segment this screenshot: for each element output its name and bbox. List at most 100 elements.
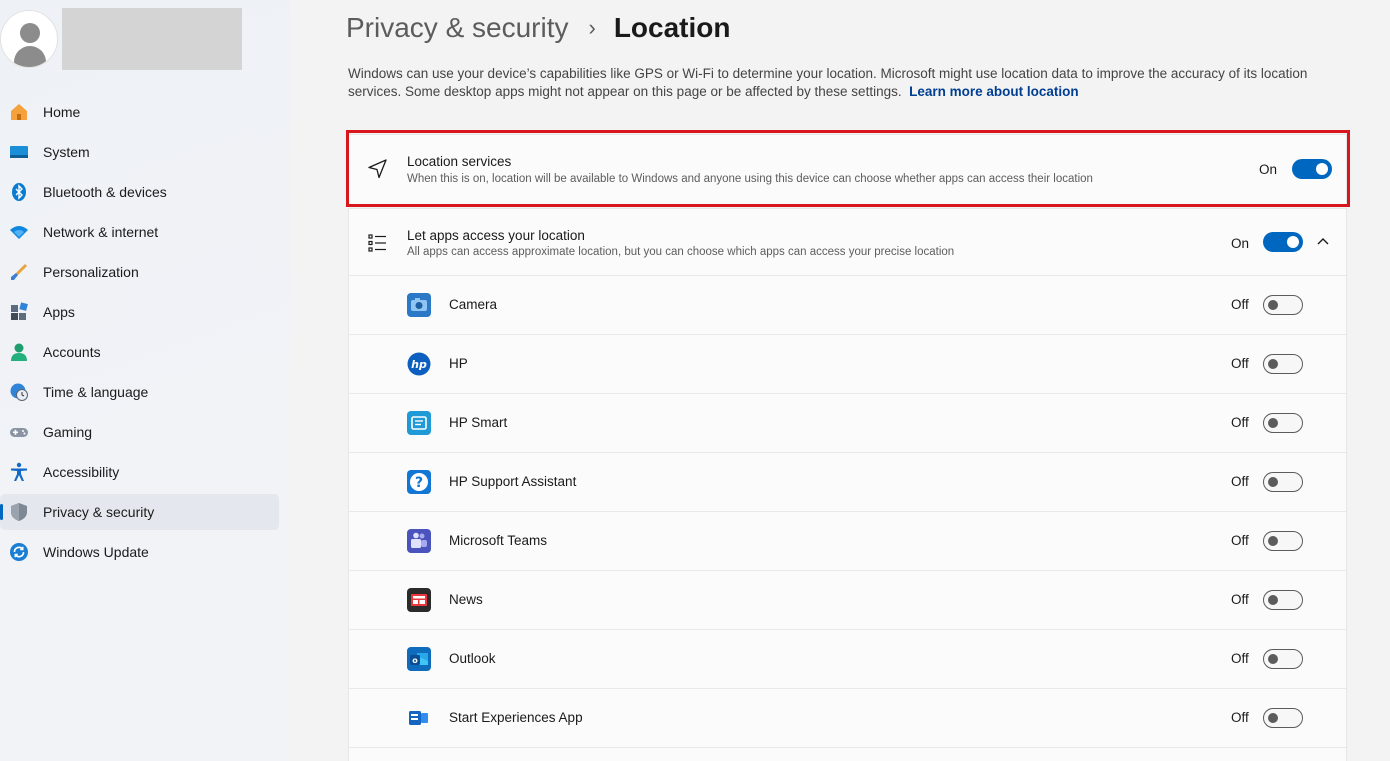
sidebar-item-apps[interactable]: Apps	[0, 294, 279, 330]
outlook-app-icon: o	[407, 647, 431, 671]
sidebar-item-system[interactable]: System	[0, 134, 279, 170]
system-icon	[8, 142, 30, 162]
hp-app-icon: hp	[407, 352, 431, 376]
main-content: Privacy & security › Location Windows ca…	[290, 0, 1390, 761]
app-state: Off	[1231, 533, 1249, 548]
bluetooth-icon	[8, 182, 30, 202]
app-name: Outlook	[449, 651, 496, 666]
sidebar-item-label: System	[43, 144, 90, 160]
sidebar-item-label: Apps	[43, 304, 75, 320]
sidebar-item-home[interactable]: Home	[0, 94, 279, 130]
hp-support-location-toggle[interactable]	[1263, 472, 1303, 492]
teams-app-icon	[407, 529, 431, 553]
sidebar-item-accounts[interactable]: Accounts	[0, 334, 279, 370]
outlook-location-toggle[interactable]	[1263, 649, 1303, 669]
app-access-subtitle: All apps can access approximate location…	[407, 246, 955, 258]
app-name: HP Support Assistant	[449, 474, 577, 489]
sidebar-item-network[interactable]: Network & internet	[0, 214, 279, 250]
avatar[interactable]	[0, 10, 58, 68]
sidebar-item-label: Gaming	[43, 424, 93, 440]
sidebar-item-bluetooth[interactable]: Bluetooth & devices	[0, 174, 279, 210]
svg-text:hp: hp	[411, 358, 427, 371]
sidebar-item-accessibility[interactable]: Accessibility	[0, 454, 279, 490]
description-text: Windows can use your device’s capabiliti…	[348, 66, 1308, 99]
news-location-toggle[interactable]	[1263, 590, 1303, 610]
location-arrow-icon	[367, 158, 389, 180]
account-icon	[8, 342, 30, 362]
sidebar-item-label: Bluetooth & devices	[43, 184, 167, 200]
app-name: HP	[449, 356, 468, 371]
app-state: Off	[1231, 297, 1249, 312]
update-icon	[8, 542, 30, 562]
sidebar-item-label: Accounts	[43, 344, 101, 360]
sidebar-item-label: Network & internet	[43, 224, 159, 240]
news-app-icon	[407, 588, 431, 612]
app-state: Off	[1231, 474, 1249, 489]
breadcrumb: Privacy & security › Location	[346, 10, 731, 46]
page-description: Windows can use your device’s capabiliti…	[348, 65, 1358, 101]
learn-more-link[interactable]: Learn more about location	[909, 84, 1079, 99]
sidebar-item-label: Windows Update	[43, 544, 149, 560]
camera-app-icon	[407, 293, 431, 317]
chevron-up-icon[interactable]	[1316, 234, 1330, 248]
teams-location-toggle[interactable]	[1263, 531, 1303, 551]
hp-support-app-icon: ?	[407, 470, 431, 494]
app-row-camera: Camera Off	[349, 276, 1346, 335]
brush-icon	[8, 262, 30, 282]
sidebar-item-label: Privacy & security	[43, 504, 155, 520]
app-location-access-card: Let apps access your location All apps c…	[348, 208, 1347, 761]
app-row-start-experiences: Start Experiences App Off	[349, 689, 1346, 748]
accessibility-icon	[8, 462, 30, 482]
sidebar-item-label: Personalization	[43, 264, 139, 280]
camera-location-toggle[interactable]	[1263, 295, 1303, 315]
user-profile[interactable]	[0, 8, 290, 72]
start-experiences-app-icon	[407, 706, 431, 730]
shield-icon	[8, 502, 30, 522]
app-name: Start Experiences App	[449, 710, 583, 725]
app-name: Camera	[449, 297, 498, 312]
app-name: HP Smart	[449, 415, 508, 430]
location-services-toggle[interactable]	[1292, 159, 1332, 179]
sidebar-item-label: Time & language	[43, 384, 149, 400]
app-row-hp: hp HP Off	[349, 335, 1346, 394]
sidebar-item-gaming[interactable]: Gaming	[0, 414, 279, 450]
location-services-subtitle: When this is on, location will be availa…	[407, 173, 1093, 185]
clock-globe-icon	[8, 382, 30, 402]
app-name: Microsoft Teams	[449, 533, 548, 548]
profile-name-redacted	[62, 8, 242, 70]
chevron-right-icon: ›	[588, 15, 596, 40]
sidebar-item-privacy-security[interactable]: Privacy & security	[0, 494, 279, 530]
app-state: Off	[1231, 651, 1249, 666]
list-icon	[367, 232, 389, 254]
app-row-hp-support-assistant: ? HP Support Assistant Off	[349, 453, 1346, 512]
app-access-header[interactable]: Let apps access your location All apps c…	[349, 209, 1346, 276]
sidebar-nav: Home System Bluetooth & devices Network …	[0, 94, 290, 574]
gamepad-icon	[8, 422, 30, 442]
app-state: Off	[1231, 356, 1249, 371]
location-services-title: Location services	[407, 154, 512, 169]
sidebar-item-windows-update[interactable]: Windows Update	[0, 534, 279, 570]
app-state: Off	[1231, 415, 1249, 430]
svg-text:?: ?	[415, 475, 423, 491]
app-row-outlook: o Outlook Off	[349, 630, 1346, 689]
app-access-title: Let apps access your location	[407, 228, 585, 243]
app-row-microsoft-teams: Microsoft Teams Off	[349, 512, 1346, 571]
breadcrumb-parent[interactable]: Privacy & security	[346, 12, 569, 44]
sidebar-item-label: Home	[43, 104, 81, 120]
app-access-toggle[interactable]	[1263, 232, 1303, 252]
sidebar-item-time-language[interactable]: Time & language	[0, 374, 279, 410]
sidebar-item-label: Accessibility	[43, 464, 120, 480]
app-access-state: On	[1231, 236, 1250, 251]
start-experiences-location-toggle[interactable]	[1263, 708, 1303, 728]
svg-text:o: o	[412, 656, 418, 665]
home-icon	[8, 102, 30, 122]
hp-location-toggle[interactable]	[1263, 354, 1303, 374]
sidebar-item-personalization[interactable]: Personalization	[0, 254, 279, 290]
page-title: Location	[613, 12, 731, 43]
sidebar: Home System Bluetooth & devices Network …	[0, 0, 290, 761]
app-state: Off	[1231, 592, 1249, 607]
hp-smart-location-toggle[interactable]	[1263, 413, 1303, 433]
location-services-card[interactable]: Location services When this is on, locat…	[348, 134, 1347, 205]
hp-smart-app-icon	[407, 411, 431, 435]
app-name: News	[449, 592, 483, 607]
